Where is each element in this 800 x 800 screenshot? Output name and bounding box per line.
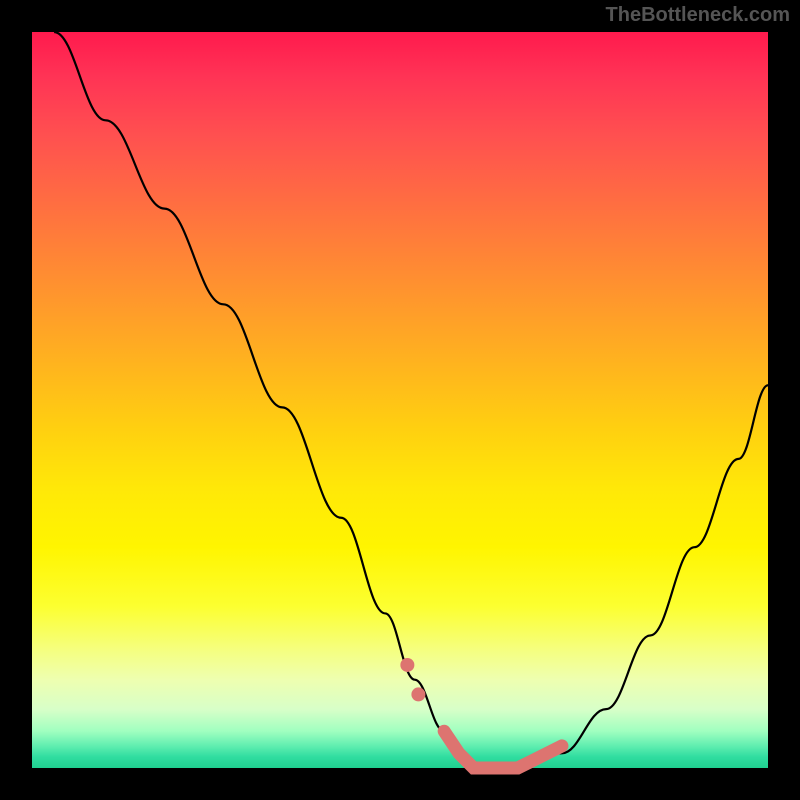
bottleneck-curve-line [54,32,768,768]
curve-marker-dot [400,658,414,672]
chart-plot-area [32,32,768,768]
watermark-text: TheBottleneck.com [606,4,790,27]
chart-svg [32,32,768,768]
optimal-band-highlight [444,731,562,768]
curve-marker-dot [411,687,425,701]
